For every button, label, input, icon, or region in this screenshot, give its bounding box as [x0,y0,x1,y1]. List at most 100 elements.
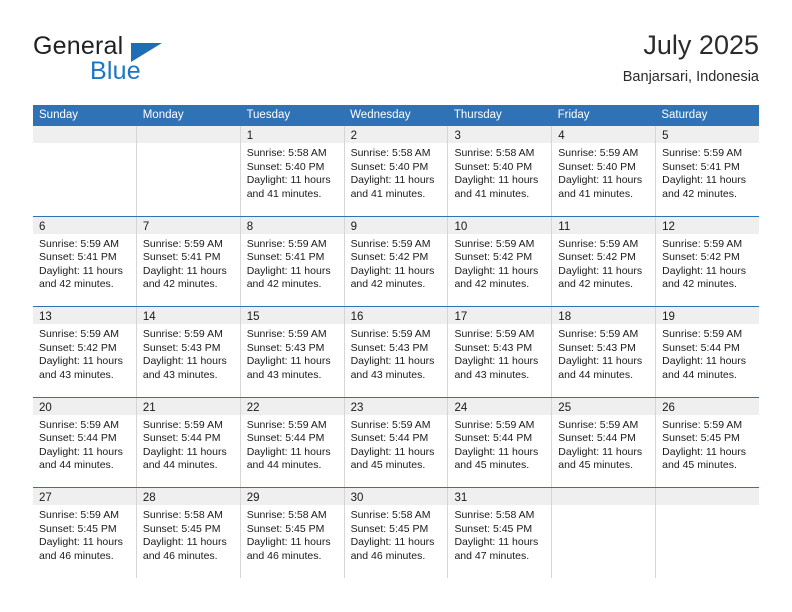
sunrise-text: Sunrise: 5:59 AM [558,147,639,159]
weekday-header-wednesday: Wednesday [350,109,411,121]
calendar-day-cell[interactable]: 28 Sunrise: 5:58 AM Sunset: 5:45 PM Dayligh… [136,488,241,578]
sunset-text: Sunset: 5:44 PM [454,432,533,445]
sunset-text: Sunset: 5:44 PM [142,432,221,445]
daylight-text: Daylight: 11 hours and 42 minutes. [142,264,227,291]
day-number-strip: 30 [344,488,448,505]
calendar-day-cell[interactable]: 31 Sunrise: 5:58 AM Sunset: 5:45 PM Dayligh… [448,488,553,578]
day-number: 28 [142,492,156,504]
calendar-day-cell[interactable]: 4 Sunrise: 5:59 AM Sunset: 5:40 PM Daylight… [552,126,657,216]
calendar-day-cell[interactable]: 17 Sunrise: 5:59 AM Sunset: 5:43 PM Dayligh… [448,307,553,397]
sunset-text: Sunset: 5:42 PM [39,341,117,354]
daylight-text: Daylight: 11 hours and 42 minutes. [39,264,123,291]
calendar-day-cell[interactable]: 20 Sunrise: 5:59 AM Sunset: 5:44 PM Dayligh… [33,397,137,487]
day-number: 15 [246,311,260,323]
daylight-text: Daylight: 11 hours and 41 minutes. [350,174,435,200]
calendar-day-cell[interactable]: 9 Sunrise: 5:59 AM Sunset: 5:42 PM Daylight… [344,216,449,306]
day-number: 21 [142,401,156,414]
day-sun-info: Sunrise: 5:59 AM Sunset: 5:44 PM Daylight:… [241,415,344,473]
sunrise-text: Sunrise: 5:59 AM [454,418,535,431]
calendar-day-cell[interactable]: 29 Sunrise: 5:58 AM Sunset: 5:45 PM Dayligh… [240,488,345,578]
calendar-day-cell[interactable]: 25 Sunrise: 5:59 AM Sunset: 5:44 PM Dayligh… [552,397,657,487]
daylight-text: Daylight: 11 hours and 44 minutes. [142,445,227,472]
sunrise-text: Sunrise: 5:59 AM [662,147,743,159]
day-sun-info: Sunrise: 5:59 AM Sunset: 5:41 PM Daylight:… [241,234,344,292]
calendar-week-row: 1 Sunrise: 5:58 AM Sunset: 5:40 PM Daylight… [33,126,760,217]
weekday-header-tuesday: Tuesday [246,109,291,121]
calendar-day-cell[interactable]: 10 Sunrise: 5:59 AM Sunset: 5:42 PM Dayligh… [448,216,553,306]
calendar-day-cell[interactable]: 7 Sunrise: 5:59 AM Sunset: 5:41 PM Daylight… [136,216,241,306]
day-number: 8 [246,220,254,233]
sunrise-text: Sunrise: 5:59 AM [142,418,223,431]
sunset-text: Sunset: 5:43 PM [246,341,325,354]
calendar-day-cell[interactable]: 11 Sunrise: 5:59 AM Sunset: 5:42 PM Dayligh… [552,216,657,306]
sunrise-text: Sunrise: 5:59 AM [39,509,119,521]
calendar-day-cell[interactable]: 3 Sunrise: 5:58 AM Sunset: 5:40 PM Daylight… [448,126,553,216]
sunrise-text: Sunrise: 5:59 AM [662,328,743,340]
calendar-day-cell[interactable]: 30 Sunrise: 5:58 AM Sunset: 5:45 PM Dayligh… [344,488,449,578]
sunrise-text: Sunrise: 5:59 AM [454,328,535,340]
calendar-day-cell[interactable]: 2 Sunrise: 5:58 AM Sunset: 5:40 PM Daylight… [344,126,449,216]
calendar-day-cell[interactable]: 8 Sunrise: 5:59 AM Sunset: 5:41 PM Daylight… [240,216,345,306]
calendar-week-row: 27 Sunrise: 5:59 AM Sunset: 5:45 PM Dayligh… [33,488,760,578]
daylight-text: Daylight: 11 hours and 43 minutes. [454,355,539,381]
daylight-text: Daylight: 11 hours and 47 minutes. [454,536,539,562]
calendar-day-cell[interactable]: 12 Sunrise: 5:59 AM Sunset: 5:42 PM Dayligh… [656,216,760,306]
day-number-strip: 16 [344,307,448,324]
sunset-text: Sunset: 5:41 PM [142,251,221,264]
sunset-text: Sunset: 5:42 PM [350,251,429,264]
day-sun-info: Sunrise: 5:59 AM Sunset: 5:45 PM Daylight:… [656,415,759,473]
sunset-text: Sunset: 5:44 PM [350,432,429,445]
day-number: 31 [454,492,468,504]
general-blue-logo[interactable]: General Blue [33,32,263,94]
sunset-text: Sunset: 5:40 PM [558,160,636,173]
calendar-day-cell[interactable]: 22 Sunrise: 5:59 AM Sunset: 5:44 PM Dayligh… [240,397,345,487]
calendar-day-cell[interactable]: 14 Sunrise: 5:59 AM Sunset: 5:43 PM Dayligh… [136,307,241,397]
day-number: 9 [350,220,357,233]
calendar-day-cell[interactable]: 23 Sunrise: 5:59 AM Sunset: 5:44 PM Dayligh… [344,397,449,487]
day-number: 13 [39,311,52,323]
daylight-text: Daylight: 11 hours and 46 minutes. [246,536,331,562]
day-number-strip: 1 [240,126,344,143]
calendar-week-row: 6 Sunrise: 5:59 AM Sunset: 5:41 PM Daylight… [33,216,760,307]
title-block: July 2025 Banjarsari, Indonesia [623,28,759,88]
day-number-strip [552,488,656,505]
calendar-day-cell[interactable]: 26 Sunrise: 5:59 AM Sunset: 5:45 PM Dayligh… [656,397,760,487]
day-sun-info: Sunrise: 5:58 AM Sunset: 5:45 PM Daylight:… [448,505,551,563]
calendar-day-cell[interactable]: 6 Sunrise: 5:59 AM Sunset: 5:41 PM Daylight… [33,216,137,306]
sunrise-text: Sunrise: 5:59 AM [246,328,327,340]
day-number-strip: 9 [344,216,448,234]
sunrise-text: Sunrise: 5:59 AM [39,418,119,431]
calendar-day-cell[interactable]: 19 Sunrise: 5:59 AM Sunset: 5:44 PM Dayligh… [656,307,760,397]
sunset-text: Sunset: 5:45 PM [142,522,221,535]
calendar-week-row: 13 Sunrise: 5:59 AM Sunset: 5:42 PM Dayligh… [33,307,760,398]
sunset-text: Sunset: 5:45 PM [39,522,117,535]
day-number-strip: 11 [552,216,656,234]
daylight-text: Daylight: 11 hours and 44 minutes. [39,445,123,472]
day-number: 27 [39,492,52,504]
sunrise-text: Sunrise: 5:59 AM [662,237,743,250]
day-number: 5 [662,130,669,142]
day-number: 1 [246,130,254,142]
calendar-day-cell[interactable]: 13 Sunrise: 5:59 AM Sunset: 5:42 PM Dayligh… [33,307,137,397]
day-sun-info: Sunrise: 5:59 AM Sunset: 5:41 PM Daylight:… [33,234,136,292]
calendar-day-cell-empty [136,126,241,216]
calendar-day-cell[interactable]: 21 Sunrise: 5:59 AM Sunset: 5:44 PM Dayligh… [136,397,241,487]
calendar-day-cell[interactable]: 16 Sunrise: 5:59 AM Sunset: 5:43 PM Dayligh… [344,307,449,397]
calendar-day-cell[interactable]: 15 Sunrise: 5:59 AM Sunset: 5:43 PM Dayligh… [240,307,345,397]
day-number: 30 [350,492,364,504]
calendar-day-cell-empty [552,488,657,578]
logo-text-blue: Blue [90,57,141,85]
calendar-day-cell[interactable]: 18 Sunrise: 5:59 AM Sunset: 5:43 PM Dayligh… [552,307,657,397]
calendar-day-cell[interactable]: 24 Sunrise: 5:59 AM Sunset: 5:44 PM Dayligh… [448,397,553,487]
daylight-text: Daylight: 11 hours and 43 minutes. [39,355,123,381]
sunset-text: Sunset: 5:43 PM [142,341,221,354]
day-sun-info: Sunrise: 5:59 AM Sunset: 5:44 PM Daylight:… [33,415,136,473]
day-number-strip: 21 [136,397,240,415]
day-number: 10 [454,220,468,233]
day-sun-info: Sunrise: 5:59 AM Sunset: 5:43 PM Daylight:… [448,324,551,382]
day-number-strip: 10 [448,216,552,234]
calendar-day-cell[interactable]: 1 Sunrise: 5:58 AM Sunset: 5:40 PM Daylight… [240,126,345,216]
calendar-day-cell[interactable]: 5 Sunrise: 5:59 AM Sunset: 5:41 PM Daylight… [656,126,760,216]
calendar-day-cell[interactable]: 27 Sunrise: 5:59 AM Sunset: 5:45 PM Dayligh… [33,488,137,578]
day-number: 17 [454,311,468,323]
